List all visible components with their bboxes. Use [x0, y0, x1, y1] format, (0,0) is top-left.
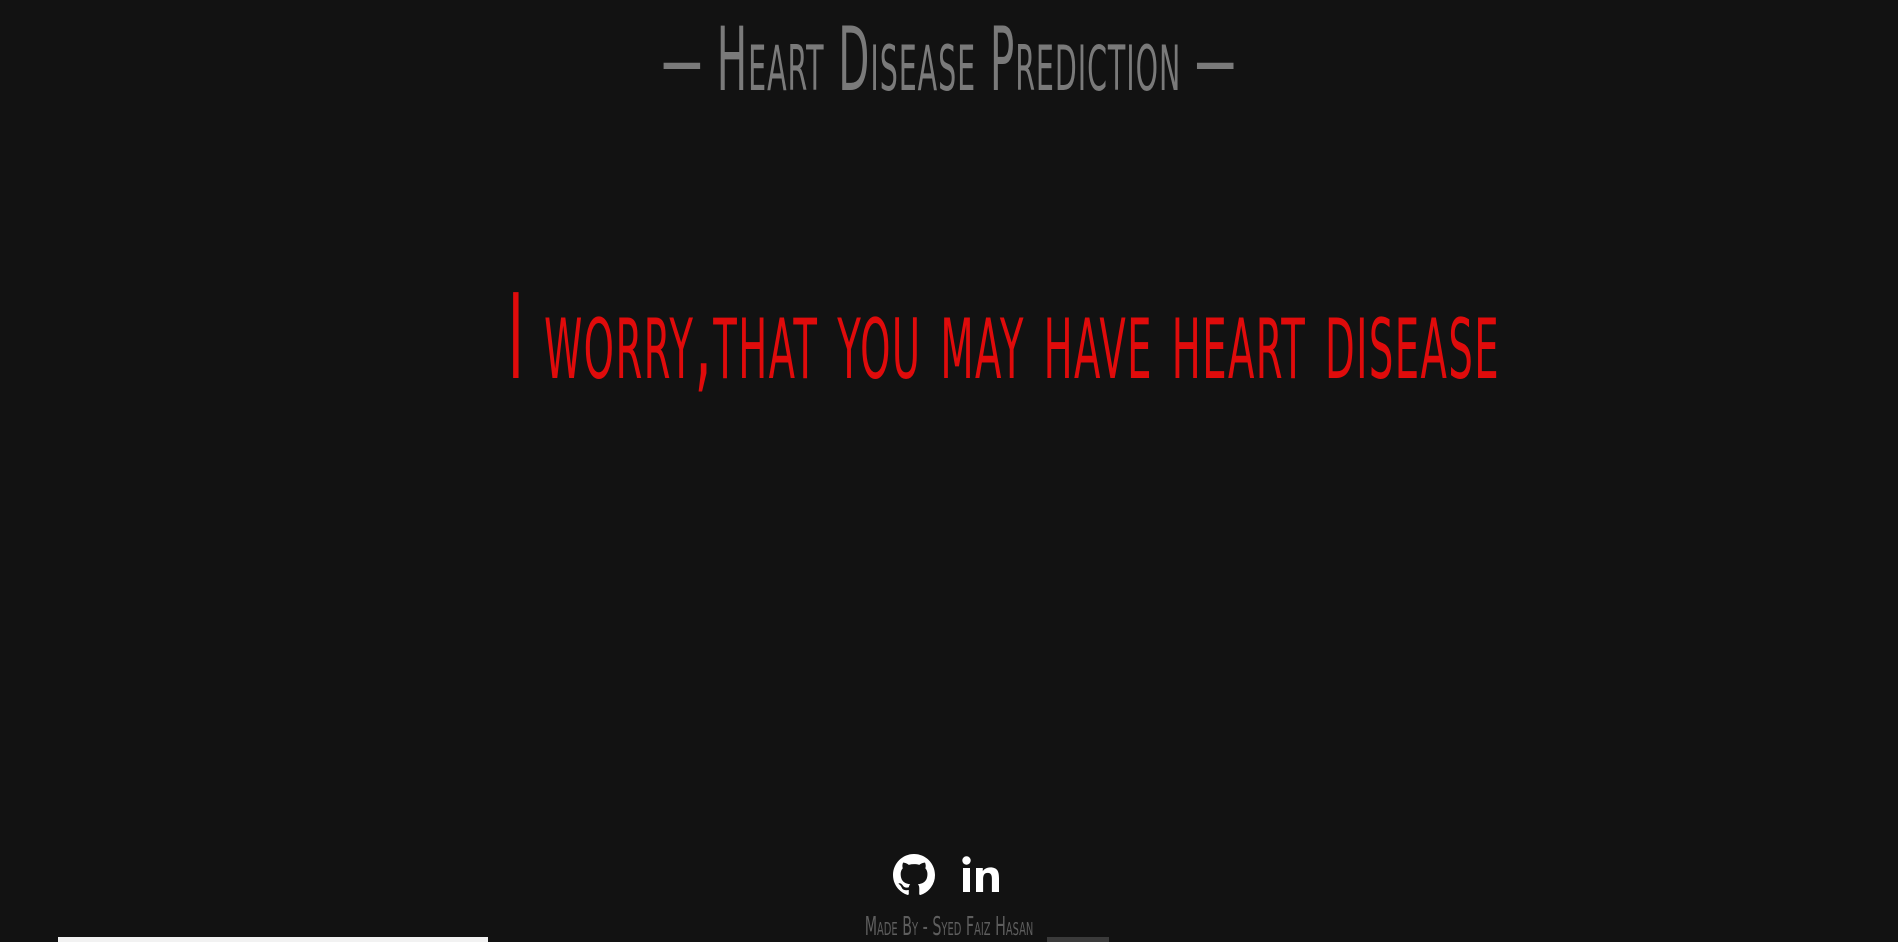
- github-icon: [893, 854, 935, 896]
- github-link[interactable]: [891, 852, 937, 898]
- linkedin-icon: [961, 855, 1005, 895]
- bottom-bar-left: [58, 937, 488, 942]
- page-title: — Heart Disease Prediction —: [661, 8, 1237, 111]
- social-links: [891, 852, 1006, 898]
- footer-credit: Made By - Syed Faiz Hasan: [864, 912, 1034, 942]
- prediction-result-message: I worry,that you may have heart disease: [507, 268, 1501, 406]
- linkedin-link[interactable]: [960, 852, 1006, 898]
- bottom-bar-right: [1047, 937, 1109, 942]
